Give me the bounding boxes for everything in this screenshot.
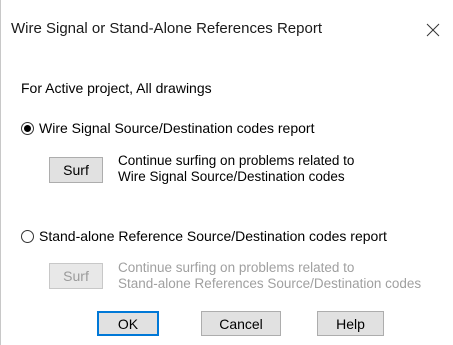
title-bar: Wire Signal or Stand-Alone References Re…	[1, 0, 453, 60]
scope-label: For Active project, All drawings	[21, 80, 212, 96]
surf-description-stand-alone: Continue surfing on problems related to …	[118, 260, 421, 292]
description-line-1: Continue surfing on problems related to	[118, 153, 355, 168]
surf-description-wire-signal: Continue surfing on problems related to …	[118, 153, 354, 185]
window-title: Wire Signal or Stand-Alone References Re…	[11, 20, 322, 37]
description-line-2: Stand-alone References Source/Destinatio…	[118, 276, 422, 291]
description-line-2: Wire Signal Source/Destination codes	[118, 169, 345, 184]
close-icon	[426, 23, 440, 37]
surf-button-stand-alone: Surf	[49, 263, 103, 289]
description-line-1: Continue surfing on problems related to	[118, 260, 355, 275]
surf-button-wire-signal[interactable]: Surf	[49, 157, 103, 183]
radio-wire-signal-report[interactable]: Wire Signal Source/Destination codes rep…	[21, 120, 314, 136]
cancel-button[interactable]: Cancel	[201, 311, 281, 336]
help-button[interactable]: Help	[317, 311, 384, 336]
radio-button-unchecked[interactable]	[21, 229, 34, 243]
close-button[interactable]	[413, 10, 453, 50]
radio-label-stand-alone: Stand-alone Reference Source/Destination…	[39, 228, 387, 244]
radio-stand-alone-report[interactable]: Stand-alone Reference Source/Destination…	[21, 228, 387, 244]
radio-label-wire-signal: Wire Signal Source/Destination codes rep…	[39, 120, 315, 136]
ok-button[interactable]: OK	[97, 311, 159, 336]
report-dialog: Wire Signal or Stand-Alone References Re…	[0, 0, 453, 345]
radio-button-checked[interactable]	[21, 121, 34, 135]
